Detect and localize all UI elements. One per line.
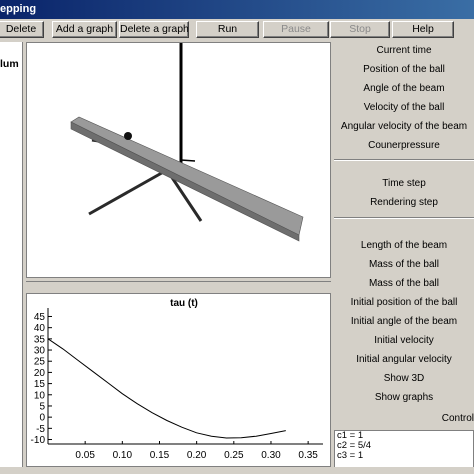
x-tick-label: 0.05 xyxy=(75,450,95,461)
beam-ball-scene xyxy=(70,43,304,242)
y-tick-label: 45 xyxy=(34,312,46,323)
y-ticks: 454035302520151050-5-10 xyxy=(31,312,52,446)
y-tick-label: -10 xyxy=(31,435,46,446)
y-tick-label: 0 xyxy=(39,413,45,424)
stop-button[interactable]: Stop xyxy=(330,21,390,38)
x-tick-label: 0.35 xyxy=(298,450,318,461)
counterpressure-button[interactable]: Counerpressure xyxy=(334,137,474,155)
y-tick-label: 35 xyxy=(34,334,46,345)
initial-velocity-button[interactable]: Initial velocity xyxy=(334,332,474,350)
initial-angular-velocity-button[interactable]: Initial angular velocity xyxy=(334,351,474,369)
y-tick-label: -5 xyxy=(36,424,45,435)
status-strip xyxy=(0,467,474,474)
x-tick-label: 0.25 xyxy=(224,450,244,461)
show-graphs-button[interactable]: Show graphs xyxy=(334,389,474,407)
pause-button[interactable]: Pause xyxy=(263,21,329,38)
y-tick-label: 25 xyxy=(34,357,46,368)
code-line: c3 = 1 xyxy=(337,450,364,461)
beam-side-face xyxy=(70,121,300,242)
beam-top-face xyxy=(70,116,304,236)
velocity-of-ball-button[interactable]: Velocity of the ball xyxy=(334,99,474,117)
toolbar: Delete Add a graph Delete a graph Run Pa… xyxy=(0,19,474,41)
series-line xyxy=(47,338,286,439)
separator xyxy=(334,217,474,219)
delete-button[interactable]: Delete xyxy=(0,21,44,38)
run-button[interactable]: Run xyxy=(196,21,259,38)
formula-editor[interactable]: c1 = 1 c2 = 5/4 c3 = 1 xyxy=(334,430,474,468)
y-tick-label: 30 xyxy=(34,346,46,357)
initial-position-button[interactable]: Initial position of the ball xyxy=(334,294,474,312)
separator xyxy=(334,159,474,161)
x-tick-label: 0.10 xyxy=(113,450,133,461)
initial-angle-button[interactable]: Initial angle of the beam xyxy=(334,313,474,331)
chart-title: tau (t) xyxy=(170,298,198,309)
pivot-pin xyxy=(180,159,196,162)
rendering-step-button[interactable]: Rendering step xyxy=(334,194,474,212)
y-tick-label: 20 xyxy=(34,368,46,379)
angle-of-beam-button[interactable]: Angle of the beam xyxy=(334,80,474,98)
y-tick-label: 10 xyxy=(34,390,46,401)
object-list-panel[interactable]: lum xyxy=(0,42,23,467)
window-title: epping xyxy=(0,3,37,15)
add-graph-button[interactable]: Add a graph xyxy=(52,21,117,38)
y-tick-label: 40 xyxy=(34,323,46,334)
current-time-button[interactable]: Current time xyxy=(334,42,474,60)
tau-chart: tau (t) 454035302520151050-5-10 0.05 0.10… xyxy=(31,298,323,461)
title-bar: epping xyxy=(0,0,474,19)
x-tick-label: 0.20 xyxy=(187,450,207,461)
mass-of-ball-button[interactable]: Mass of the ball xyxy=(334,256,474,274)
delete-graph-button[interactable]: Delete a graph xyxy=(119,21,189,38)
object-list-item[interactable]: lum xyxy=(0,58,19,70)
x-tick-label: 0.30 xyxy=(261,450,281,461)
mass-of-ball-button-2[interactable]: Mass of the ball xyxy=(334,275,474,293)
graph-header-bar xyxy=(26,281,331,293)
y-tick-label: 15 xyxy=(34,379,46,390)
x-tick-label: 0.15 xyxy=(150,450,170,461)
show-3d-button[interactable]: Show 3D xyxy=(334,370,474,388)
scene-3d-view[interactable] xyxy=(26,42,331,278)
y-tick-label: 5 xyxy=(39,401,45,412)
help-button[interactable]: Help xyxy=(392,21,454,38)
length-of-beam-button[interactable]: Length of the beam xyxy=(334,237,474,255)
time-step-button[interactable]: Time step xyxy=(334,175,474,193)
base-leg-left xyxy=(88,168,168,216)
angular-velocity-button[interactable]: Angular velocity of the beam xyxy=(334,118,474,136)
position-of-ball-button[interactable]: Position of the ball xyxy=(334,61,474,79)
controls-label: Control xyxy=(441,413,474,424)
ball xyxy=(124,132,132,140)
graph-panel[interactable]: tau (t) 45 40 35 30 25 20 15 10 5 0 -5 -10 0.05 0.10… xyxy=(26,293,331,467)
